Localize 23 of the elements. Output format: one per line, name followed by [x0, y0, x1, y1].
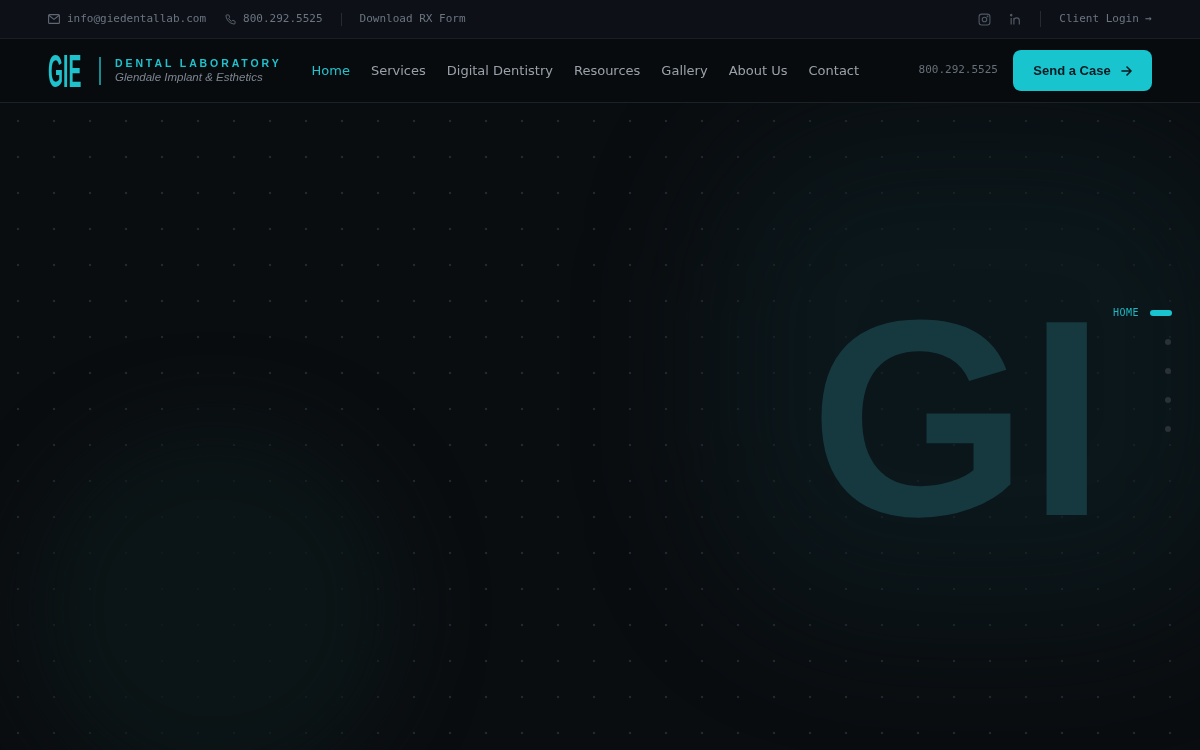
mail-icon: [48, 14, 60, 24]
nav-link[interactable]: Digital Dentistry: [446, 60, 553, 81]
nav-link[interactable]: Resources: [573, 60, 641, 81]
nav-link[interactable]: Contact: [808, 60, 860, 81]
send-a-case-button[interactable]: Send a Case: [1013, 50, 1152, 91]
nav-link[interactable]: About Us: [728, 60, 788, 81]
nav-link[interactable]: Home: [311, 60, 350, 81]
download-rx-form-link[interactable]: Download RX Form: [359, 10, 466, 28]
logo-title: DENTAL LABORATORY: [115, 56, 282, 70]
arrow-right-icon: [1120, 65, 1132, 76]
logo-mark[interactable]: GIE: [48, 52, 82, 89]
section-nav-pill[interactable]: [1150, 310, 1172, 316]
nav-link[interactable]: Gallery: [661, 60, 708, 81]
client-login-link[interactable]: Client Login →: [1059, 10, 1152, 28]
linkedin-icon[interactable]: [1009, 12, 1023, 26]
logo-subtitle: Glendale Implant & Esthetics: [115, 70, 264, 85]
phone-icon: [225, 13, 237, 25]
nav-link[interactable]: Services: [370, 60, 426, 81]
email-link[interactable]: info@giedentallab.com: [67, 10, 207, 28]
section-label: HOME: [1112, 307, 1139, 319]
instagram-icon[interactable]: [978, 12, 992, 26]
phone-link[interactable]: 800.292.5525: [918, 62, 998, 79]
phone-link[interactable]: 800.292.5525: [243, 10, 323, 28]
